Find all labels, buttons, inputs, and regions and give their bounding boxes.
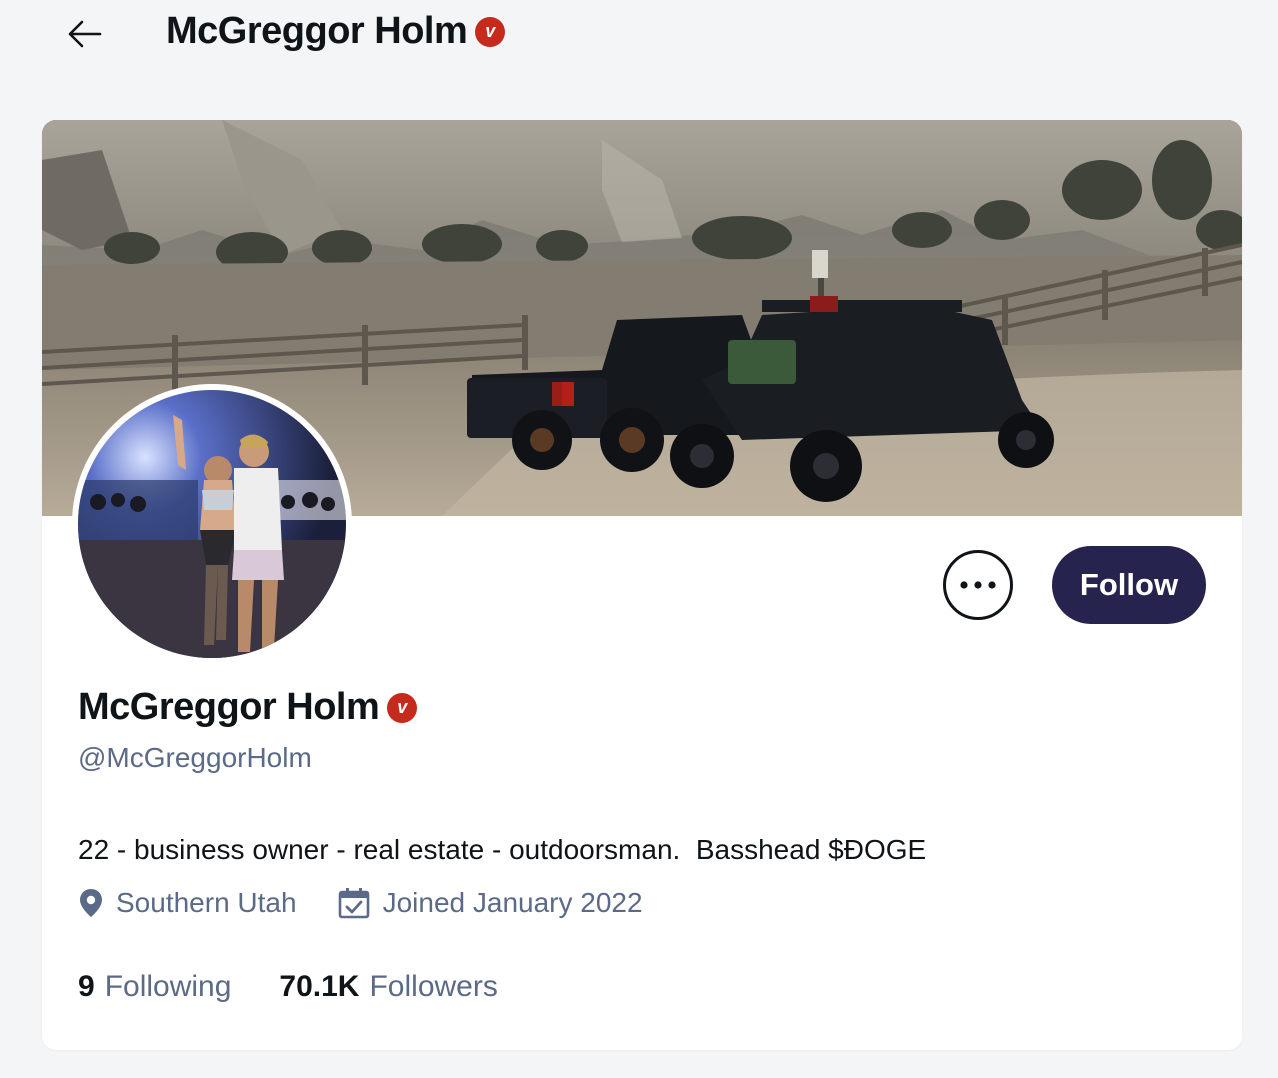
back-button[interactable] (60, 12, 108, 56)
profile-name-group: McGreggor Holm v (78, 686, 418, 729)
verified-badge-icon: v (387, 692, 418, 723)
following-label: Following (104, 970, 232, 1003)
profile-stats: 9 Following 70.1K Followers (78, 970, 546, 1004)
avatar (78, 390, 346, 658)
profile-card: Follow McGreggor Holm v @McGreggorHolm 2… (42, 120, 1242, 1050)
location-item: Southern Utah (78, 887, 297, 919)
followers-link[interactable]: 70.1K Followers (279, 970, 497, 1004)
location-pin-icon (80, 889, 102, 917)
avatar-frame[interactable] (72, 384, 352, 664)
profile-bio: 22 - business owner - real estate - outd… (78, 834, 927, 865)
profile-display-name: McGreggor Holm (78, 686, 380, 728)
more-options-button[interactable] (943, 550, 1013, 620)
header-title: McGreggor Holm (166, 10, 468, 52)
follow-button[interactable]: Follow (1052, 546, 1206, 624)
header-title-group: McGreggor Holm v (166, 10, 506, 53)
following-link[interactable]: 9 Following (78, 970, 231, 1004)
joined-text: Joined January 2022 (382, 887, 643, 918)
profile-meta: Southern Utah Joined January 2022 (78, 886, 683, 920)
verified-badge-icon: v (475, 16, 506, 47)
followers-label: Followers (369, 970, 498, 1003)
arrow-left-icon (68, 20, 102, 48)
followers-count: 70.1K (279, 970, 360, 1003)
top-bar: McGreggor Holm v (0, 0, 1278, 70)
joined-item: Joined January 2022 (337, 886, 643, 920)
calendar-icon (338, 888, 369, 919)
following-count: 9 (78, 970, 95, 1003)
more-horizontal-icon (960, 581, 996, 589)
location-text: Southern Utah (116, 887, 297, 918)
profile-handle: @McGreggorHolm (78, 742, 312, 773)
